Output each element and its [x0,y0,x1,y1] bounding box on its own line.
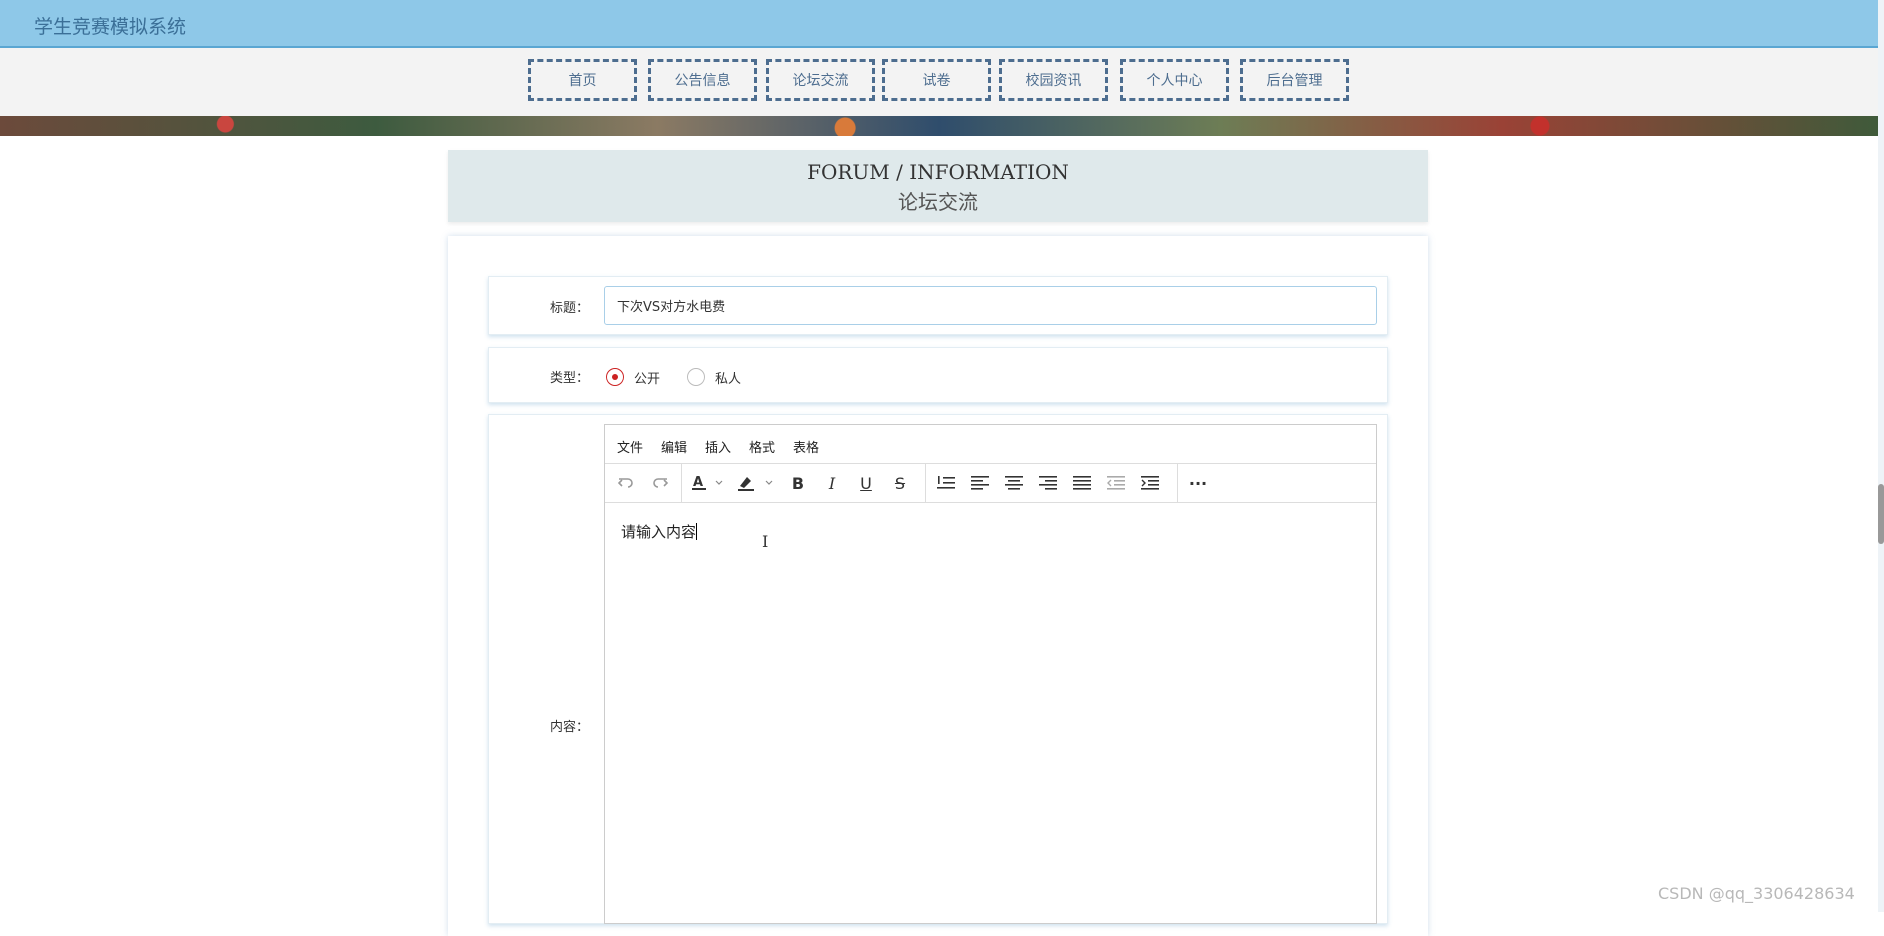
toolbar-separator [1177,464,1178,502]
toolbar-separator [925,464,926,502]
page-title-en: FORUM / INFORMATION [807,160,1069,184]
app-title: 学生竞赛模拟系统 [34,16,187,38]
page-title-cn: 论坛交流 [898,190,978,214]
nav-announcements[interactable]: 公告信息 [648,59,757,101]
menu-file[interactable]: 文件 [617,437,643,456]
toolbar-separator [681,464,682,502]
justify-icon[interactable] [1069,470,1095,496]
nav-admin[interactable]: 后台管理 [1240,59,1349,101]
page-heading: FORUM / INFORMATION 论坛交流 [448,150,1428,222]
svg-text:A: A [693,475,703,490]
type-label: 类型： [550,371,590,386]
watermark: CSDN @qq_3306428634 [1658,884,1855,903]
align-left-icon[interactable] [967,470,993,496]
underline-icon[interactable]: U [853,470,879,496]
nav-exam-papers[interactable]: 试卷 [882,59,991,101]
content-label: 内容： [550,720,590,735]
radio-private-label[interactable]: 私人 [715,368,741,387]
italic-icon[interactable]: I [819,470,845,496]
nav-home[interactable]: 首页 [528,59,637,101]
bold-icon[interactable]: B [785,470,811,496]
scrollbar-thumb[interactable] [1878,484,1884,544]
nav-campus-news[interactable]: 校园资讯 [999,59,1108,101]
highlight-icon[interactable] [735,470,779,496]
menu-edit[interactable]: 编辑 [661,437,687,456]
align-center-icon[interactable] [1001,470,1027,496]
outdent-icon[interactable] [1103,470,1129,496]
nav-personal-center[interactable]: 个人中心 [1120,59,1229,101]
radio-private[interactable] [687,368,705,386]
page-scrollbar[interactable] [1878,0,1884,912]
nav-forum[interactable]: 论坛交流 [766,59,875,101]
menu-insert[interactable]: 插入 [705,437,731,456]
editor-toolbar: A B I U S ··· [605,464,1376,503]
menu-table[interactable]: 表格 [793,437,819,456]
editor-menubar: 文件 编辑 插入 格式 表格 [605,425,1376,464]
rich-text-editor: 文件 编辑 插入 格式 表格 A B I U S ··· 请输入内容 [604,424,1377,924]
banner-image [0,116,1878,136]
strikethrough-icon[interactable]: S [887,470,913,496]
radio-public[interactable] [606,368,624,386]
menu-format[interactable]: 格式 [749,437,775,456]
editor-content[interactable]: 请输入内容 [621,521,697,542]
text-cursor-icon: I [762,532,769,551]
indent-icon[interactable] [1137,470,1163,496]
title-input[interactable] [604,286,1377,325]
undo-icon[interactable] [613,470,639,496]
title-label: 标题： [550,301,590,316]
align-right-icon[interactable] [1035,470,1061,496]
redo-icon[interactable] [647,470,673,496]
radio-public-label[interactable]: 公开 [634,368,660,387]
font-color-icon[interactable]: A [689,470,729,496]
more-icon[interactable]: ··· [1185,470,1211,496]
top-header-bar: 学生竞赛模拟系统 [0,0,1878,48]
main-nav: 首页 公告信息 论坛交流 试卷 校园资讯 个人中心 后台管理 [0,48,1878,116]
line-height-icon[interactable] [933,470,959,496]
